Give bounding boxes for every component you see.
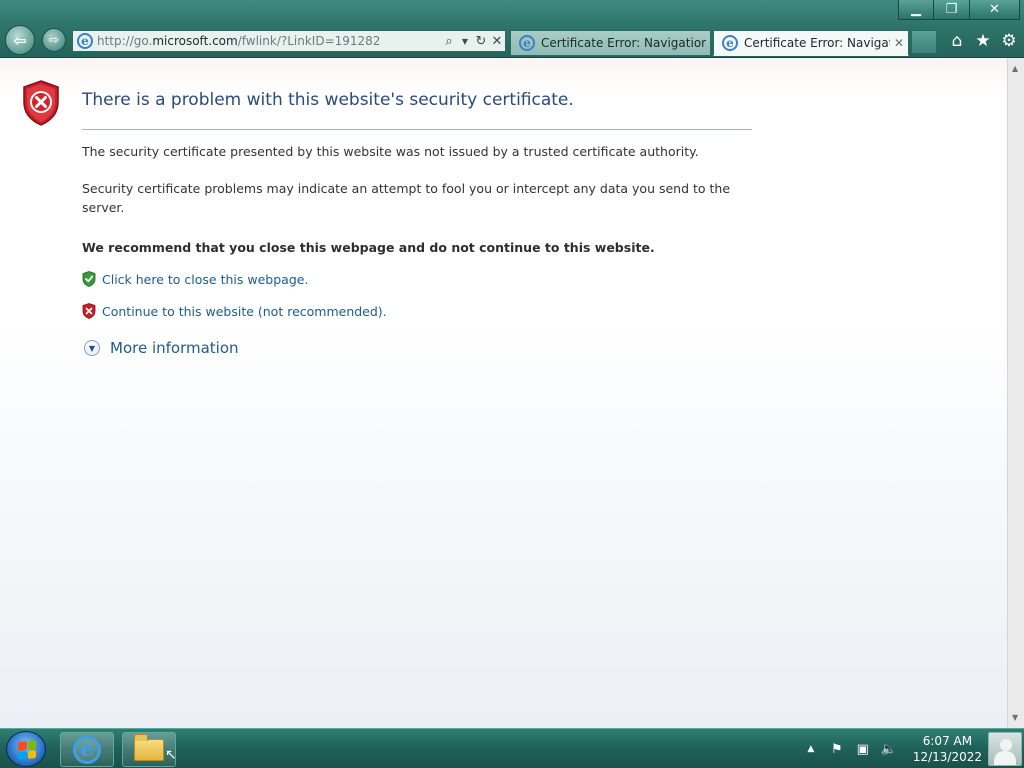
url-text[interactable]: http://go.microsoft.com/fwlink/?LinkID=1…: [97, 34, 441, 48]
ie-tab-icon: e: [519, 35, 535, 51]
tab-label: Certificate Error: Navigation Bl...: [541, 36, 706, 50]
ie-page-icon: e: [77, 33, 93, 49]
dropdown-icon[interactable]: ▼: [457, 37, 473, 46]
restore-button[interactable]: ❐: [934, 0, 970, 20]
tools-icon[interactable]: ⚙: [1000, 31, 1018, 51]
url-prefix: http://go.: [97, 34, 153, 48]
address-bar[interactable]: e http://go.microsoft.com/fwlink/?LinkID…: [72, 30, 506, 52]
start-button[interactable]: [6, 731, 46, 767]
close-webpage-link[interactable]: Click here to close this webpage.: [102, 272, 308, 287]
user-body-icon: [994, 751, 1016, 765]
clock[interactable]: 6:07 AM 12/13/2022: [913, 733, 982, 765]
forward-button[interactable]: ⇨: [42, 28, 66, 52]
back-arrow-icon: ⇦: [13, 30, 27, 50]
home-icon[interactable]: ⌂: [948, 31, 966, 51]
user-head-icon: [1000, 739, 1012, 751]
taskbar: e ▲ ⚑ ▣ 🔈 6:07 AM 12/13/2022: [0, 728, 1024, 768]
toolbar-icons: ⌂ ★ ⚙: [948, 31, 1018, 51]
clock-time: 6:07 AM: [922, 734, 973, 748]
back-button[interactable]: ⇦: [5, 25, 35, 55]
window-controls: ▁ ❐ ✕: [898, 0, 1020, 20]
expand-chevron-icon: ▼: [84, 340, 100, 356]
url-suffix: /fwlink/?LinkID=191282: [237, 34, 381, 48]
green-shield-check-icon: [82, 271, 96, 287]
favorites-icon[interactable]: ★: [974, 31, 992, 51]
close-tab-icon[interactable]: ✕: [894, 36, 904, 50]
forward-arrow-icon: ⇨: [48, 32, 60, 48]
tab-certificate-error-1[interactable]: e Certificate Error: Navigation Bl...: [510, 30, 711, 56]
close-webpage-row: Click here to close this webpage.: [82, 271, 308, 287]
error-shield-icon: [23, 80, 59, 126]
tab-certificate-error-2[interactable]: e Certificate Error: Navigation... ✕: [713, 30, 909, 56]
title-divider: [82, 129, 752, 130]
show-hidden-icons-arrow[interactable]: ▲: [803, 744, 819, 754]
stop-icon[interactable]: ✕: [489, 34, 505, 49]
page-content: There is a problem with this website's s…: [0, 58, 1007, 728]
clock-date: 12/13/2022: [912, 750, 982, 764]
red-shield-x-icon: [82, 303, 96, 319]
mouse-cursor-icon: ↖: [165, 747, 177, 763]
close-window-button[interactable]: ✕: [970, 0, 1020, 20]
refresh-icon[interactable]: ↻: [473, 34, 489, 49]
scroll-down-arrow-icon[interactable]: ▼: [1012, 713, 1018, 722]
minimize-button[interactable]: ▁: [898, 0, 934, 20]
internet-explorer-icon: e: [73, 735, 101, 764]
system-tray: ▲ ⚑ ▣ 🔈 6:07 AM 12/13/2022: [803, 729, 982, 768]
tab-label: Certificate Error: Navigation...: [744, 36, 890, 50]
windows-logo-icon: [18, 740, 36, 760]
continue-website-link[interactable]: Continue to this website (not recommende…: [102, 304, 387, 319]
more-information-label: More information: [110, 339, 239, 357]
network-icon[interactable]: ▣: [855, 742, 871, 757]
security-warning-message: Security certificate problems may indica…: [82, 181, 731, 215]
user-avatar[interactable]: [988, 732, 1022, 766]
action-center-flag-icon[interactable]: ⚑: [829, 742, 845, 757]
scroll-up-arrow-icon[interactable]: ▲: [1012, 64, 1018, 73]
volume-muted-icon[interactable]: 🔈: [881, 742, 897, 757]
more-information-toggle[interactable]: ▼ More information: [84, 339, 239, 357]
vertical-scrollbar[interactable]: ▲ ▼: [1007, 58, 1024, 728]
folder-icon: [134, 733, 164, 761]
certificate-issuer-message: The security certificate presented by th…: [82, 144, 699, 159]
continue-website-row: Continue to this website (not recommende…: [82, 303, 387, 319]
browser-chrome: ▁ ❐ ✕ ⇦ ⇨ e http://go.microsoft.com/fwli…: [0, 0, 1024, 58]
page-title: There is a problem with this website's s…: [82, 90, 574, 110]
recommendation-text: We recommend that you close this webpage…: [82, 240, 655, 255]
new-tab-button[interactable]: [911, 30, 937, 54]
taskbar-internet-explorer[interactable]: e: [60, 732, 114, 767]
search-icon[interactable]: ⌕: [441, 34, 457, 49]
ie-tab-icon: e: [722, 35, 738, 51]
url-domain: microsoft.com: [152, 34, 238, 48]
